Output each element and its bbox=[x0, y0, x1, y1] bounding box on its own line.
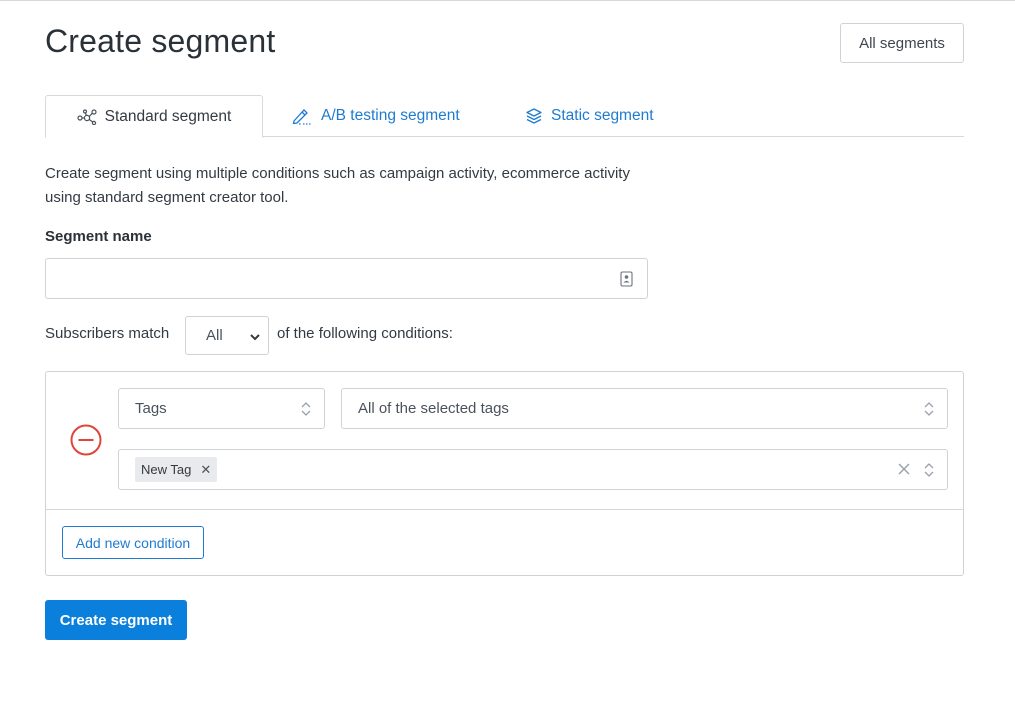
condition-mode-value: All of the selected tags bbox=[358, 400, 509, 417]
tab-static-segment[interactable]: Static segment bbox=[525, 95, 654, 137]
conditions-panel: Tags All of the selected tags New Tag ✕ … bbox=[45, 371, 964, 576]
tab-label: A/B testing segment bbox=[321, 107, 460, 124]
chevron-down-icon bbox=[249, 330, 261, 347]
sort-arrows-icon[interactable] bbox=[923, 461, 935, 484]
layers-icon bbox=[525, 107, 543, 125]
tab-ab-testing-segment[interactable]: A/B testing segment bbox=[291, 95, 460, 137]
page-title: Create segment bbox=[45, 23, 276, 59]
condition-mode-select[interactable]: All of the selected tags bbox=[341, 388, 948, 429]
segment-name-input[interactable] bbox=[45, 258, 648, 299]
sort-arrows-icon bbox=[923, 400, 935, 422]
match-suffix-label: of the following conditions: bbox=[277, 325, 453, 342]
close-icon[interactable]: ✕ bbox=[200, 463, 211, 476]
tab-standard-segment[interactable]: Standard segment bbox=[45, 95, 263, 138]
sort-arrows-icon bbox=[300, 400, 312, 422]
tag-chip: New Tag ✕ bbox=[135, 457, 218, 482]
tab-label: Standard segment bbox=[104, 107, 232, 125]
tab-label: Static segment bbox=[551, 107, 654, 124]
segment-type-tabs: Standard segment A/B testing segment Sta… bbox=[45, 95, 964, 138]
all-segments-button[interactable]: All segments bbox=[840, 23, 964, 63]
match-type-select[interactable]: All bbox=[185, 316, 269, 355]
add-new-condition-button[interactable]: Add new condition bbox=[62, 526, 204, 559]
condition-field-select[interactable]: Tags bbox=[118, 388, 325, 429]
match-type-value: All bbox=[206, 327, 223, 344]
network-nodes-icon bbox=[77, 108, 97, 125]
condition-field-value: Tags bbox=[135, 400, 167, 417]
segment-description: Create segment using multiple conditions… bbox=[45, 165, 630, 206]
clear-icon[interactable] bbox=[897, 462, 911, 481]
divider bbox=[46, 509, 963, 510]
contact-card-icon[interactable] bbox=[620, 271, 633, 292]
minus-circle-icon[interactable] bbox=[70, 424, 102, 461]
pen-signature-icon bbox=[291, 107, 313, 125]
create-segment-button[interactable]: Create segment bbox=[45, 600, 187, 640]
segment-name-label: Segment name bbox=[45, 228, 152, 245]
match-prefix-label: Subscribers match bbox=[45, 325, 170, 342]
tag-chip-label: New Tag bbox=[141, 462, 192, 477]
tag-multiselect[interactable]: New Tag ✕ bbox=[118, 449, 948, 490]
